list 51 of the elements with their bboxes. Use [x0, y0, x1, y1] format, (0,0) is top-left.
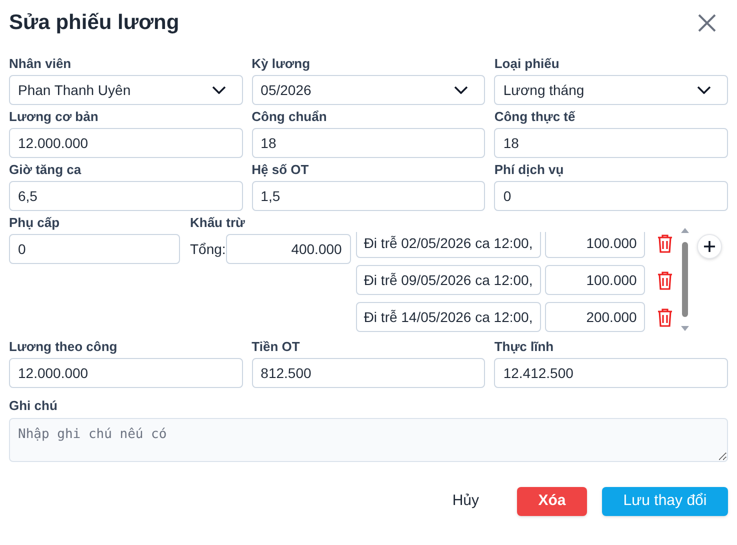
input-field[interactable]: 12.412.500 — [494, 358, 728, 388]
deduction-reason-field[interactable]: Đi trễ 09/05/2026 ca 12:00, — [356, 265, 541, 295]
field-label: Lương theo công — [9, 339, 118, 355]
field-label: Phí dịch vụ — [494, 162, 565, 178]
select-dropdown[interactable]: Phan Thanh Uyên — [9, 75, 243, 105]
scrollbar[interactable] — [680, 228, 689, 331]
input-field[interactable]: 18 — [494, 128, 728, 158]
field-label: Nhân viên — [9, 56, 72, 72]
field-label: Hệ số OT — [252, 162, 310, 178]
select-dropdown[interactable]: Lương tháng — [494, 75, 728, 105]
field-label: Ghi chú — [9, 398, 58, 414]
input-field[interactable]: 812.500 — [252, 358, 486, 388]
deduction-total-field[interactable]: 400.000 — [226, 234, 351, 264]
field-label: Thực lĩnh — [494, 339, 555, 355]
add-deduction-button[interactable] — [696, 234, 722, 259]
allowance-field[interactable]: 0 — [9, 234, 180, 264]
input-field[interactable]: 6,5 — [9, 181, 243, 211]
deduction-amount-field[interactable]: 200.000 — [544, 302, 645, 332]
deduction-reason-field[interactable]: Đi trễ 14/05/2026 ca 12:00, — [356, 302, 541, 332]
deduction-amount-field[interactable]: 100.000 — [544, 265, 645, 295]
field-label: Công thực tế — [494, 109, 576, 125]
field-label: Tiền OT — [252, 339, 301, 355]
field-label: Loại phiếu — [494, 56, 560, 72]
total-label: Tổng: — [190, 240, 226, 259]
plus-icon — [704, 241, 715, 252]
field-label: Giờ tăng ca — [9, 162, 82, 178]
chevron-down-icon — [697, 86, 711, 94]
field-label: Kỳ lương — [252, 56, 312, 72]
field-label: Công chuẩn — [252, 109, 328, 125]
dialog-title: Sửa phiếu lương — [9, 10, 180, 36]
close-button[interactable] — [696, 12, 718, 34]
trash-icon[interactable] — [656, 234, 673, 252]
field-label: Khấu trừ — [190, 215, 246, 231]
field-label: Phụ cấp — [9, 215, 61, 231]
select-dropdown[interactable]: 05/2026 — [252, 75, 486, 105]
trash-icon[interactable] — [656, 270, 673, 290]
deduction-amount-field[interactable]: 100.000 — [544, 232, 645, 258]
input-field[interactable]: 18 — [252, 128, 486, 158]
chevron-down-icon — [212, 86, 226, 94]
input-field[interactable]: 12.000.000 — [9, 358, 243, 388]
delete-button[interactable]: Xóa — [517, 487, 587, 516]
input-field[interactable]: 1,5 — [252, 181, 486, 211]
chevron-down-icon — [454, 86, 468, 94]
trash-icon[interactable] — [656, 308, 673, 326]
deduction-reason-field[interactable]: Đi trễ 02/05/2026 ca 12:00, — [356, 232, 541, 258]
note-field[interactable]: Nhập ghi chú nếu có — [9, 418, 728, 462]
close-icon — [697, 13, 717, 33]
input-field[interactable]: 12.000.000 — [9, 128, 243, 158]
cancel-button[interactable]: Hủy — [450, 487, 481, 516]
input-field[interactable]: 0 — [494, 181, 728, 211]
field-label: Lương cơ bản — [9, 109, 100, 125]
